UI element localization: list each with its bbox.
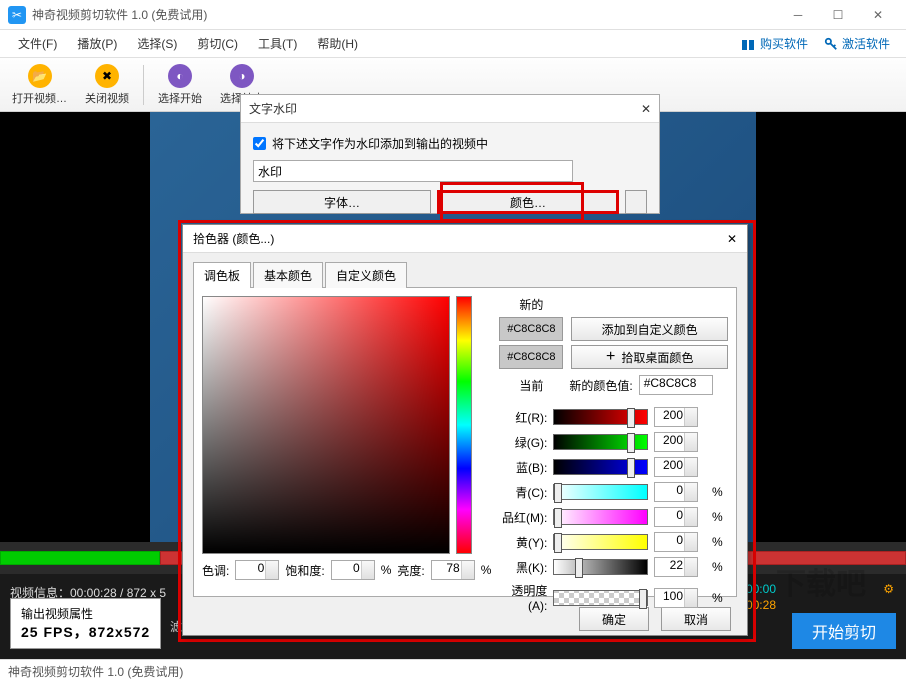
pick-screen-button[interactable]: +拾取桌面颜色 <box>571 345 728 369</box>
blue-slider[interactable] <box>553 459 648 475</box>
blue-input[interactable]: 200 <box>654 457 698 477</box>
close-button[interactable]: ✕ <box>858 0 898 30</box>
current-color-swatch: #C8C8C8 <box>499 345 563 369</box>
menu-select[interactable]: 选择(S) <box>127 35 187 52</box>
divider <box>143 65 144 105</box>
output-props-value: 25 FPS，872x572 <box>21 622 150 642</box>
watermark-enable-checkbox[interactable]: 将下述文字作为水印添加到输出的视频中 <box>253 135 647 152</box>
hue-input[interactable]: 0 <box>235 560 279 580</box>
statusbar: 神奇视频剪切软件 1.0 (免费试用) <box>0 659 906 683</box>
extra-button[interactable] <box>625 190 647 214</box>
buy-label: 购买软件 <box>760 35 808 52</box>
menubar: 文件(F) 播放(P) 选择(S) 剪切(C) 工具(T) 帮助(H) 购买软件… <box>0 30 906 58</box>
timeline-selection[interactable] <box>0 551 160 565</box>
buy-link[interactable]: 购买软件 <box>732 35 816 52</box>
current-label: 当前 <box>499 377 563 394</box>
yellow-slider[interactable] <box>553 534 648 550</box>
menu-play[interactable]: 播放(P) <box>67 35 127 52</box>
hue-label: 色调: <box>202 562 229 579</box>
sat-input[interactable]: 0 <box>331 560 375 580</box>
minimize-button[interactable]: ─ <box>778 0 818 30</box>
ok-button[interactable]: 确定 <box>579 607 649 631</box>
tab-custom[interactable]: 自定义颜色 <box>325 262 407 288</box>
red-slider[interactable] <box>553 409 648 425</box>
output-props-title: 输出视频属性 <box>21 605 150 622</box>
tab-palette[interactable]: 调色板 <box>193 262 251 288</box>
close-icon[interactable]: ✕ <box>641 102 651 116</box>
yellow-input[interactable]: 0 <box>654 532 698 552</box>
watermark-dialog-title: 文字水印 ✕ <box>241 95 659 123</box>
new-color-swatch: #C8C8C8 <box>499 317 563 341</box>
watermark-text-input[interactable] <box>253 160 573 182</box>
green-slider[interactable] <box>553 434 648 450</box>
output-props-box[interactable]: 输出视频属性 25 FPS，872x572 <box>10 598 161 649</box>
color-picker-dialog: 拾色器 (颜色...) ✕ 调色板 基本颜色 自定义颜色 色调:0 饱和度:0%… <box>182 224 748 636</box>
menu-cut[interactable]: 剪切(C) <box>187 35 248 52</box>
tab-basic[interactable]: 基本颜色 <box>253 262 323 288</box>
key-icon <box>824 37 838 51</box>
gift-icon <box>740 36 756 52</box>
cancel-button[interactable]: 取消 <box>661 607 731 631</box>
crosshair-icon: + <box>606 348 615 366</box>
black-input[interactable]: 22 <box>654 557 698 577</box>
menu-tool[interactable]: 工具(T) <box>248 35 307 52</box>
cyan-slider[interactable] <box>553 484 648 500</box>
cyan-input[interactable]: 0 <box>654 482 698 502</box>
val-input[interactable]: 78 <box>431 560 475 580</box>
start-cut-button[interactable]: 开始剪切 <box>792 613 896 649</box>
filter-hint: 滤 <box>170 618 182 635</box>
menu-help[interactable]: 帮助(H) <box>307 35 368 52</box>
magenta-input[interactable]: 0 <box>654 507 698 527</box>
alpha-input[interactable]: 100 <box>654 588 698 608</box>
color-button[interactable]: 颜色… <box>437 190 619 214</box>
color-picker-title: 拾色器 (颜色...) <box>193 230 274 247</box>
font-button[interactable]: 字体… <box>253 190 431 214</box>
hue-slider[interactable] <box>456 296 472 554</box>
app-icon: ✂ <box>8 6 26 24</box>
close-video-button[interactable]: ✖关闭视频 <box>77 62 137 108</box>
settings-gear-icon[interactable]: ⚙ <box>883 582 894 596</box>
maximize-button[interactable]: ☐ <box>818 0 858 30</box>
menu-file[interactable]: 文件(F) <box>8 35 67 52</box>
val-label: 亮度: <box>397 562 424 579</box>
magenta-slider[interactable] <box>553 509 648 525</box>
activate-link[interactable]: 激活软件 <box>816 35 898 52</box>
black-slider[interactable] <box>553 559 648 575</box>
close-icon[interactable]: ✕ <box>727 232 737 246</box>
saturation-value-box[interactable] <box>202 296 450 554</box>
select-start-button[interactable]: ◐选择开始 <box>150 62 210 108</box>
alpha-slider[interactable] <box>553 590 648 606</box>
activate-label: 激活软件 <box>842 35 890 52</box>
green-input[interactable]: 200 <box>654 432 698 452</box>
new-label: 新的 <box>499 296 563 313</box>
open-video-button[interactable]: 📂打开视频… <box>4 62 75 108</box>
titlebar: ✂ 神奇视频剪切软件 1.0 (免费试用) ─ ☐ ✕ <box>0 0 906 30</box>
hex-input[interactable]: #C8C8C8 <box>639 375 713 395</box>
watermark-dialog: 文字水印 ✕ 将下述文字作为水印添加到输出的视频中 字体… 颜色… <box>240 94 660 214</box>
hex-label: 新的颜色值: <box>569 377 632 394</box>
red-input[interactable]: 200 <box>654 407 698 427</box>
app-title: 神奇视频剪切软件 1.0 (免费试用) <box>32 6 778 23</box>
sat-label: 饱和度: <box>285 562 324 579</box>
add-custom-button[interactable]: 添加到自定义颜色 <box>571 317 728 341</box>
